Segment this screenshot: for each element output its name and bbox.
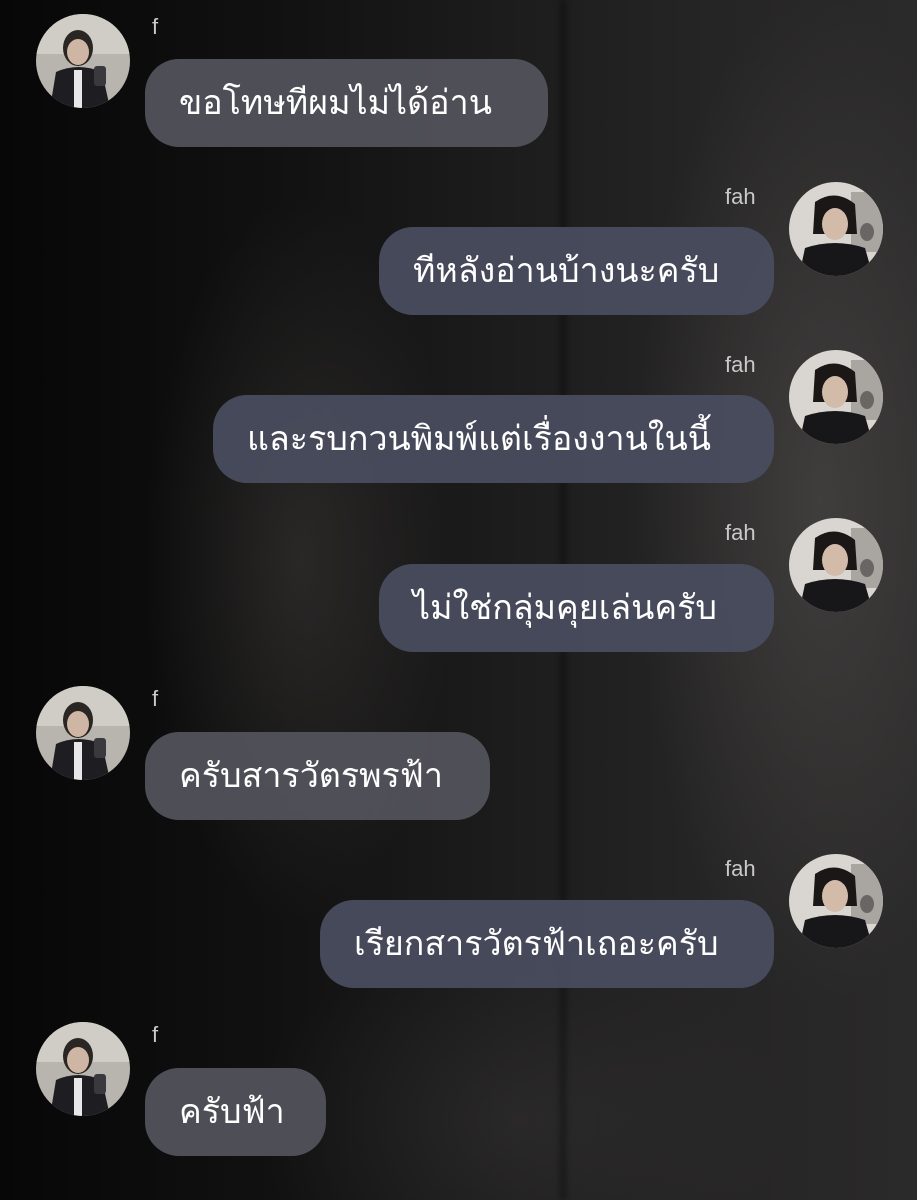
message-bubble[interactable]: ขอโทษทีผมไม่ได้อ่าน — [145, 59, 548, 147]
avatar-f[interactable] — [36, 1022, 130, 1116]
sender-name: f — [152, 14, 159, 39]
avatar-f[interactable] — [36, 686, 130, 780]
message-bubble[interactable]: และรบกวนพิมพ์แต่เรื่องงานในนี้ — [213, 395, 774, 483]
sender-name: fah — [725, 184, 756, 209]
sender-name: fah — [725, 856, 756, 881]
message-bubble[interactable]: ทีหลังอ่านบ้างนะครับ — [379, 227, 774, 315]
message-bubble[interactable]: ไม่ใช่กลุ่มคุยเล่นครับ — [379, 564, 774, 652]
sender-name: fah — [725, 352, 756, 377]
avatar-fah[interactable] — [789, 518, 883, 612]
avatar-fah[interactable] — [789, 182, 883, 276]
message-bubble[interactable]: ครับฟ้า — [145, 1068, 326, 1156]
message-bubble[interactable]: ครับสารวัตรพรฟ้า — [145, 732, 490, 820]
avatar-fah[interactable] — [789, 350, 883, 444]
sender-name: f — [152, 1022, 159, 1047]
avatar-fah[interactable] — [789, 854, 883, 948]
avatar-f[interactable] — [36, 14, 130, 108]
sender-name: fah — [725, 520, 756, 545]
sender-name: f — [152, 686, 159, 711]
message-bubble[interactable]: เรียกสารวัตรฟ้าเถอะครับ — [320, 900, 774, 988]
